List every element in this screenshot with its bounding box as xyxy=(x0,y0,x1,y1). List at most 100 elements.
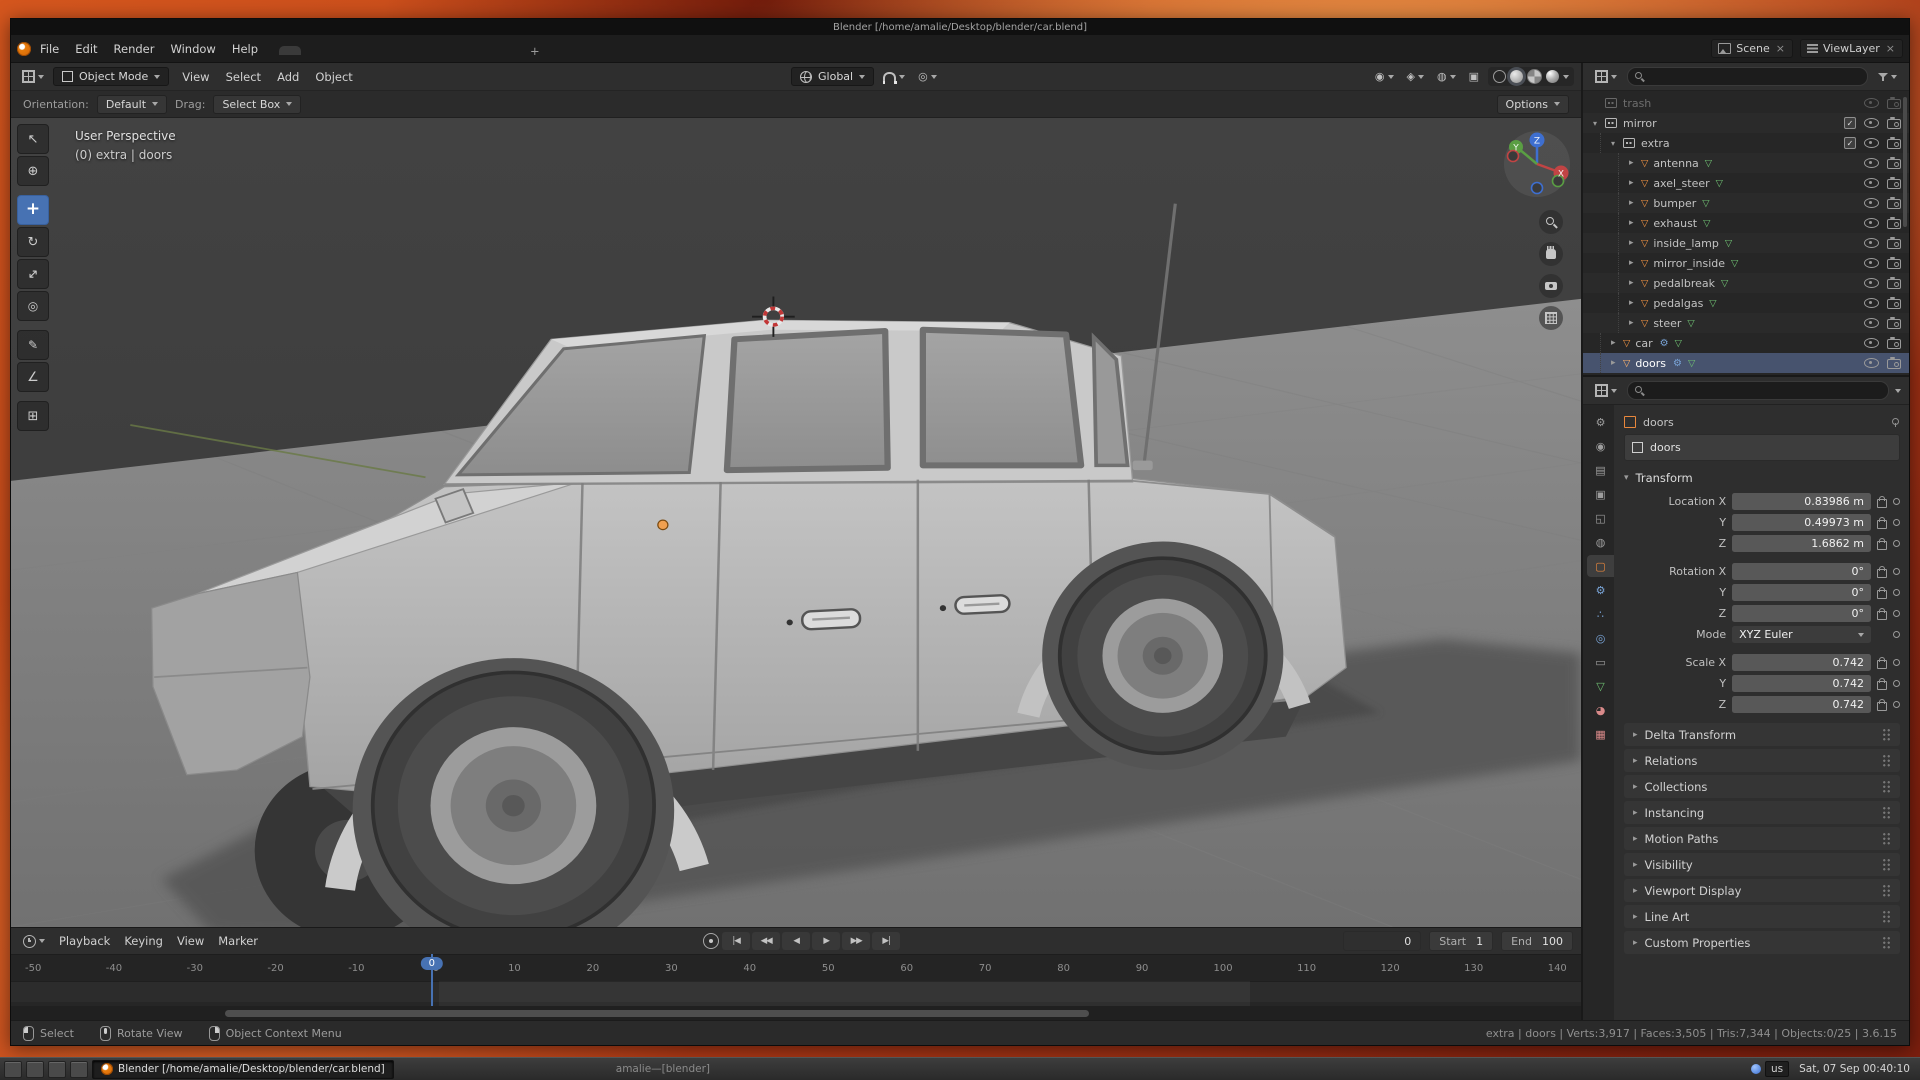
taskbar-window-blender[interactable]: Blender [/home/amalie/Desktop/blender/ca… xyxy=(92,1060,394,1079)
animate-dot-icon[interactable] xyxy=(1893,568,1900,575)
scene-unlink-button[interactable]: × xyxy=(1775,42,1786,55)
window-titlebar[interactable]: Blender [/home/amalie/Desktop/blender/ca… xyxy=(11,19,1909,35)
animate-dot-icon[interactable] xyxy=(1893,498,1900,505)
collapsed-panel-header[interactable]: Visibility xyxy=(1624,853,1900,876)
properties-tab[interactable] xyxy=(1587,555,1614,577)
pin-icon[interactable] xyxy=(1890,417,1900,427)
collection-checkbox[interactable] xyxy=(1844,117,1856,129)
annotate-tool-button[interactable] xyxy=(17,330,49,360)
taskbar-quick-button[interactable] xyxy=(48,1061,66,1078)
field-input[interactable]: 0.83986 m xyxy=(1732,493,1871,510)
expand-caret-icon[interactable] xyxy=(1629,278,1641,288)
hide-in-viewport-eye-icon[interactable] xyxy=(1864,318,1879,328)
mode-dropdown[interactable]: Object Mode xyxy=(53,67,169,86)
orientation-setting-dropdown[interactable]: Default xyxy=(97,95,167,114)
expand-caret-icon[interactable] xyxy=(1629,238,1641,248)
disable-in-render-camera-icon[interactable] xyxy=(1887,219,1901,229)
disable-in-render-camera-icon[interactable] xyxy=(1887,239,1901,249)
auto-keying-button[interactable] xyxy=(703,933,719,949)
measure-tool-button[interactable] xyxy=(17,362,49,392)
hide-in-viewport-eye-icon[interactable] xyxy=(1864,118,1879,128)
collapsed-panel-header[interactable]: Instancing xyxy=(1624,801,1900,824)
field-input[interactable]: 0° xyxy=(1732,584,1871,601)
playback-button[interactable]: |◀ xyxy=(722,932,750,950)
expand-caret-icon[interactable] xyxy=(1629,218,1641,228)
add-cube-tool-button[interactable] xyxy=(17,401,49,431)
outliner-row[interactable]: car xyxy=(1583,333,1909,353)
navigation-gizmo[interactable]: Z X Y xyxy=(1503,130,1571,201)
animate-dot-icon[interactable] xyxy=(1893,589,1900,596)
animate-dot-icon[interactable] xyxy=(1893,610,1900,617)
workspace-tab[interactable] xyxy=(367,46,389,55)
rotate-tool-button[interactable] xyxy=(17,227,49,257)
disable-in-render-camera-icon[interactable] xyxy=(1887,319,1901,329)
add-workspace-button[interactable]: + xyxy=(522,40,548,62)
collapsed-panel-header[interactable]: Collections xyxy=(1624,775,1900,798)
shading-dropdown-caret[interactable] xyxy=(1563,75,1569,79)
hide-in-viewport-eye-icon[interactable] xyxy=(1864,98,1879,108)
outliner-row[interactable]: inside_lamp xyxy=(1583,233,1909,253)
hide-in-viewport-eye-icon[interactable] xyxy=(1864,258,1879,268)
outliner-row[interactable]: bumper xyxy=(1583,193,1909,213)
timeline-menu-item[interactable]: Marker xyxy=(211,934,265,948)
pan-button[interactable] xyxy=(1539,242,1563,266)
topbar-menu-item[interactable]: Help xyxy=(224,42,266,56)
properties-tab[interactable] xyxy=(1587,675,1614,697)
properties-tab[interactable] xyxy=(1587,579,1614,601)
transform-orientation-dropdown[interactable]: Global xyxy=(791,67,874,86)
playback-button[interactable]: ◀◀ xyxy=(752,932,780,950)
workspace-tab[interactable] xyxy=(279,46,301,55)
editor-type-button[interactable] xyxy=(18,68,48,85)
tray-icon[interactable] xyxy=(1751,1064,1761,1074)
3d-viewport[interactable]: User Perspective (0) extra | doors xyxy=(11,118,1581,927)
lock-icon[interactable] xyxy=(1877,590,1887,599)
hide-in-viewport-eye-icon[interactable] xyxy=(1864,298,1879,308)
animate-dot-icon[interactable] xyxy=(1893,540,1900,547)
expand-caret-icon[interactable] xyxy=(1629,298,1641,308)
disable-in-render-camera-icon[interactable] xyxy=(1887,179,1901,189)
playback-button[interactable]: ▶▶ xyxy=(842,932,870,950)
workspace-tab[interactable] xyxy=(345,46,367,55)
disable-in-render-camera-icon[interactable] xyxy=(1887,199,1901,209)
workspace-tab[interactable] xyxy=(499,46,521,55)
hide-in-viewport-eye-icon[interactable] xyxy=(1864,138,1879,148)
properties-tab[interactable] xyxy=(1587,627,1614,649)
camera-view-button[interactable] xyxy=(1539,274,1563,298)
hide-in-viewport-eye-icon[interactable] xyxy=(1864,358,1879,368)
topbar-menu-item[interactable]: Edit xyxy=(67,42,105,56)
properties-tab[interactable] xyxy=(1587,435,1614,457)
field-input[interactable]: 0° xyxy=(1732,605,1871,622)
expand-caret-icon[interactable] xyxy=(1611,139,1623,148)
proportional-edit-button[interactable]: ◎ xyxy=(914,69,941,84)
outliner-editor-type-button[interactable] xyxy=(1591,68,1621,85)
taskbar-window-background[interactable]: amalie—[blender] xyxy=(608,1061,718,1078)
hide-in-viewport-eye-icon[interactable] xyxy=(1864,238,1879,248)
snap-toggle-button[interactable] xyxy=(879,68,909,85)
timeline-editor-type-button[interactable] xyxy=(19,933,49,950)
disable-in-render-camera-icon[interactable] xyxy=(1887,139,1901,149)
current-frame-field[interactable]: 0 xyxy=(1343,931,1421,951)
field-input[interactable]: 0.49973 m xyxy=(1732,514,1871,531)
outliner-filter-button[interactable] xyxy=(1874,70,1901,84)
expand-caret-icon[interactable] xyxy=(1629,158,1641,168)
disable-in-render-camera-icon[interactable] xyxy=(1887,259,1901,269)
workspace-tab[interactable] xyxy=(301,46,323,55)
frame-start-field[interactable]: Start 1 xyxy=(1429,931,1493,951)
taskbar-quick-button[interactable] xyxy=(70,1061,88,1078)
properties-tab[interactable] xyxy=(1587,459,1614,481)
xray-toggle-button[interactable]: ▣ xyxy=(1465,69,1483,84)
lock-icon[interactable] xyxy=(1877,681,1887,690)
scene-selector[interactable]: Scene × xyxy=(1711,39,1793,58)
outliner-row[interactable]: pedalbreak xyxy=(1583,273,1909,293)
options-dropdown[interactable]: Options xyxy=(1497,95,1569,114)
workspace-tab[interactable] xyxy=(433,46,455,55)
hide-in-viewport-eye-icon[interactable] xyxy=(1864,278,1879,288)
workspace-tab[interactable] xyxy=(411,46,433,55)
zoom-button[interactable] xyxy=(1539,210,1563,234)
animate-dot-icon[interactable] xyxy=(1893,659,1900,666)
disable-in-render-camera-icon[interactable] xyxy=(1887,359,1901,369)
outliner-row[interactable]: steer xyxy=(1583,313,1909,333)
frame-end-field[interactable]: End 100 xyxy=(1501,931,1573,951)
timeline-menu-item[interactable]: View xyxy=(170,934,211,948)
outliner-row[interactable]: axel_steer xyxy=(1583,173,1909,193)
